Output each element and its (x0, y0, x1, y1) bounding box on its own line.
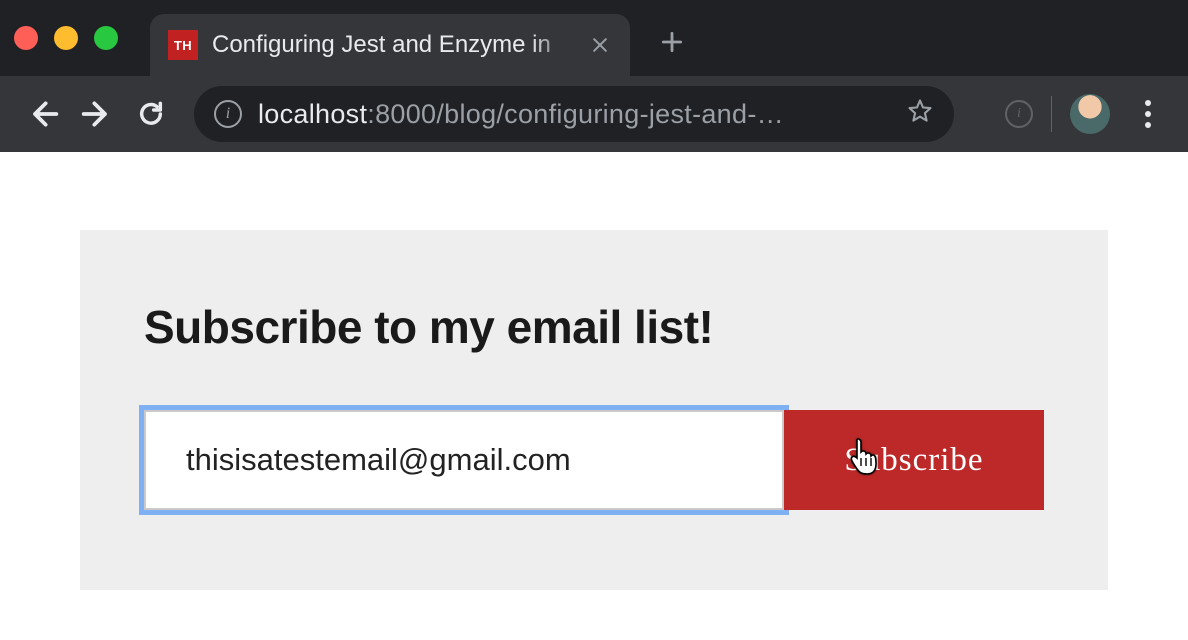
subscribe-form: Subscribe (144, 410, 1044, 510)
subscribe-button-label: Subscribe (844, 442, 983, 478)
browser-chrome: TH Configuring Jest and Enzyme in i loca… (0, 0, 1188, 152)
forward-button[interactable] (74, 91, 120, 137)
back-button[interactable] (20, 91, 66, 137)
url-host: localhost (258, 99, 367, 129)
toolbar-right: i (1005, 94, 1168, 134)
extension-icon[interactable]: i (1005, 100, 1033, 128)
browser-tab[interactable]: TH Configuring Jest and Enzyme in (150, 14, 630, 76)
subscribe-button[interactable]: Subscribe (784, 410, 1044, 510)
new-tab-button[interactable] (648, 18, 696, 66)
profile-avatar[interactable] (1070, 94, 1110, 134)
close-icon[interactable] (588, 33, 612, 57)
tab-favicon: TH (168, 30, 198, 60)
browser-menu-button[interactable] (1128, 94, 1168, 134)
window-minimize-button[interactable] (54, 26, 78, 50)
email-input[interactable] (144, 410, 784, 510)
url-path: :8000/blog/configuring-jest-and-… (367, 99, 784, 129)
browser-toolbar: i localhost:8000/blog/configuring-jest-a… (0, 76, 1188, 152)
subscribe-card: Subscribe to my email list! Subscribe (80, 230, 1108, 590)
window-traffic-lights (14, 26, 118, 50)
site-info-icon[interactable]: i (214, 100, 242, 128)
subscribe-heading: Subscribe to my email list! (144, 300, 1044, 354)
bookmark-star-icon[interactable] (906, 97, 934, 132)
window-fullscreen-button[interactable] (94, 26, 118, 50)
tab-title: Configuring Jest and Enzyme in (212, 31, 574, 59)
reload-button[interactable] (128, 91, 174, 137)
window-close-button[interactable] (14, 26, 38, 50)
url-text: localhost:8000/blog/configuring-jest-and… (258, 99, 890, 130)
toolbar-divider (1051, 96, 1052, 132)
address-bar[interactable]: i localhost:8000/blog/configuring-jest-a… (194, 86, 954, 142)
page-content: Subscribe to my email list! Subscribe (0, 152, 1188, 590)
tab-bar: TH Configuring Jest and Enzyme in (0, 0, 1188, 76)
